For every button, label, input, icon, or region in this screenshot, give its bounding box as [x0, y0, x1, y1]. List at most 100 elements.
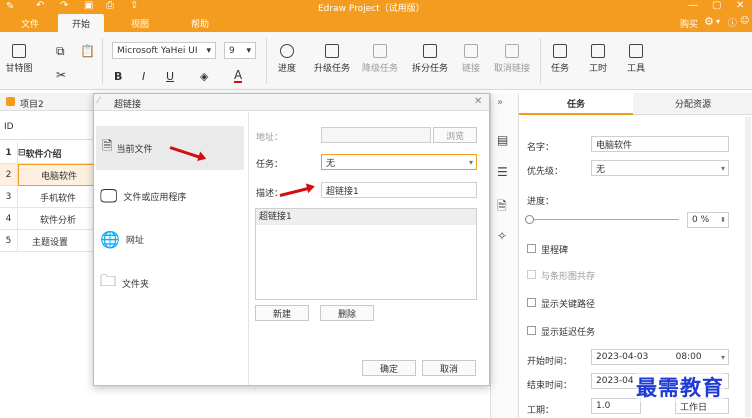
list-panel-icon[interactable]: ☰ — [497, 165, 508, 179]
name-input[interactable]: 电脑软件 — [591, 136, 729, 152]
bold-button[interactable]: B — [114, 70, 122, 83]
print-icon[interactable]: ⎙ — [106, 0, 114, 11]
new-button[interactable]: 新建 — [255, 305, 309, 321]
progress-button[interactable]: 进度 — [272, 44, 302, 74]
copy-icon[interactable]: ⧉ — [56, 44, 65, 59]
stepper-icon[interactable]: ⬍ — [720, 216, 726, 224]
description-label: 描述： — [256, 189, 284, 199]
close-icon[interactable]: ✕ — [736, 0, 744, 11]
table-row[interactable]: 4 软件分析 — [0, 208, 95, 230]
italic-button[interactable]: I — [142, 70, 145, 83]
row-task-name: 手机软件 — [40, 193, 77, 204]
chevron-down-icon: ▾ — [246, 45, 251, 56]
share-bar-checkbox[interactable] — [527, 270, 536, 279]
project-tab[interactable]: 项目2 — [0, 93, 95, 111]
collapse-icon[interactable]: ⊟ — [18, 148, 26, 158]
cut-icon[interactable]: ✂ — [56, 68, 66, 82]
cancel-button[interactable]: 取消 — [422, 360, 476, 376]
font-size-select[interactable]: 9 ▾ — [224, 42, 256, 59]
tab-home[interactable]: 开始 — [58, 14, 104, 32]
tab-assign-resource[interactable]: 分配资源 — [633, 93, 752, 115]
split-task-button[interactable]: 拆分任务 — [408, 44, 452, 74]
table-row[interactable]: 5 主题设置 — [0, 230, 95, 252]
duration-input[interactable]: 1.0 — [591, 398, 641, 414]
panel-scrollbar[interactable] — [745, 117, 751, 417]
description-input[interactable]: 超链接1 — [321, 182, 477, 198]
annotation-arrow — [279, 186, 310, 197]
maximize-icon[interactable]: ▢ — [712, 0, 721, 11]
chevron-down-icon[interactable]: ▾ — [716, 17, 720, 26]
tab-file[interactable]: 文件 — [10, 14, 50, 32]
buy-link[interactable]: 购买 — [680, 17, 698, 30]
settings-gear-icon[interactable]: ⚙ — [704, 15, 714, 28]
collapse-panel-icon[interactable]: » — [497, 97, 503, 108]
minimize-icon[interactable]: — — [688, 0, 698, 11]
progress-slider-track[interactable] — [529, 219, 679, 220]
link-button[interactable]: 链接 — [456, 44, 486, 74]
address-label: 地址： — [256, 133, 284, 143]
paste-icon[interactable]: 📋 — [80, 44, 95, 58]
nav-web-address[interactable]: 🌐 网址 — [100, 222, 252, 256]
font-family-select[interactable]: Microsoft YaHei UI ▾ — [112, 42, 216, 59]
share-bar-label: 与条形图共存 — [541, 272, 596, 282]
hyperlink-list[interactable]: 超链接1 — [255, 208, 477, 300]
info-icon[interactable]: ⓘ — [728, 16, 737, 29]
tag-panel-icon[interactable]: ✧ — [497, 229, 507, 243]
start-time-label: 开始时间： — [527, 357, 573, 367]
tab-help[interactable]: 帮助 — [180, 14, 220, 32]
underline-button[interactable]: U — [166, 70, 174, 83]
duration-label: 工期： — [527, 406, 555, 416]
table-row[interactable]: 2 电脑软件 — [0, 164, 95, 186]
priority-select[interactable]: 无 ▾ — [591, 160, 729, 176]
task-panel-icon[interactable]: ▤ — [497, 133, 508, 147]
undo-icon[interactable]: ↶ — [36, 0, 44, 11]
nav-folder[interactable]: 🗀 文件夹 — [100, 266, 252, 300]
critical-path-label: 显示关键路径 — [541, 300, 596, 310]
font-color-icon[interactable]: A — [234, 69, 243, 83]
export-icon[interactable]: ⇪ — [130, 0, 138, 11]
note-panel-icon[interactable]: 🗎 — [497, 197, 507, 218]
row-task-name: ⊟ 软件介绍 — [18, 142, 95, 164]
tools-icon — [629, 44, 643, 58]
progress-label: 进度： — [527, 197, 555, 207]
progress-input[interactable]: 0 % ⬍ — [687, 212, 729, 228]
font-size-value: 9 — [229, 45, 235, 56]
milestone-checkbox[interactable] — [527, 244, 536, 253]
address-input[interactable] — [321, 127, 431, 143]
delete-button[interactable]: 删除 — [320, 305, 374, 321]
unlink-button[interactable]: 取消链接 — [490, 44, 534, 74]
downgrade-task-button[interactable]: 降级任务 — [358, 44, 402, 74]
table-row[interactable]: 3 手机软件 — [0, 186, 95, 208]
user-icon[interactable]: ☺ — [740, 16, 749, 26]
tools-group-button[interactable]: 工具 — [622, 44, 650, 74]
workday-group-button[interactable]: 工时 — [584, 44, 612, 74]
nav-folder-label: 文件夹 — [122, 279, 150, 290]
nav-web-address-label: 网址 — [125, 235, 144, 246]
task-select[interactable]: 无 ▾ — [321, 154, 477, 170]
downgrade-task-label: 降级任务 — [361, 64, 398, 74]
critical-path-checkbox[interactable] — [527, 298, 536, 307]
save-icon[interactable]: ▣ — [84, 0, 93, 11]
watermark-text: 最需教育 — [636, 372, 724, 402]
project-tab-label: 项目2 — [20, 100, 44, 110]
upgrade-task-button[interactable]: 升级任务 — [310, 44, 354, 74]
delay-task-checkbox[interactable] — [527, 326, 536, 335]
tab-task-panel[interactable]: 任务 — [519, 93, 633, 115]
dialog-close-icon[interactable]: ✕ — [474, 96, 482, 107]
browse-button[interactable]: 浏览 — [433, 127, 477, 143]
row-id: 1 — [0, 142, 18, 164]
nav-file-or-app[interactable]: 🖵 文件或应用程序 — [100, 178, 252, 214]
fill-color-icon[interactable]: ◈ — [200, 70, 208, 83]
table-row[interactable]: 1 ⊟ 软件介绍 — [0, 142, 95, 164]
gantt-button[interactable]: 甘特图 — [4, 44, 34, 74]
globe-icon: 🌐 — [100, 229, 120, 249]
progress-slider-handle[interactable] — [525, 215, 534, 224]
tab-view[interactable]: 视图 — [120, 14, 160, 32]
list-item[interactable]: 超链接1 — [256, 209, 476, 225]
project-icon — [6, 97, 15, 106]
indent-icon — [373, 44, 387, 58]
start-date-input[interactable]: 2023-04-03 08:00 ▾ — [591, 349, 729, 365]
redo-icon[interactable]: ↷ — [60, 0, 68, 11]
task-group-button[interactable]: 任务 — [546, 44, 574, 74]
ok-button[interactable]: 确定 — [362, 360, 416, 376]
